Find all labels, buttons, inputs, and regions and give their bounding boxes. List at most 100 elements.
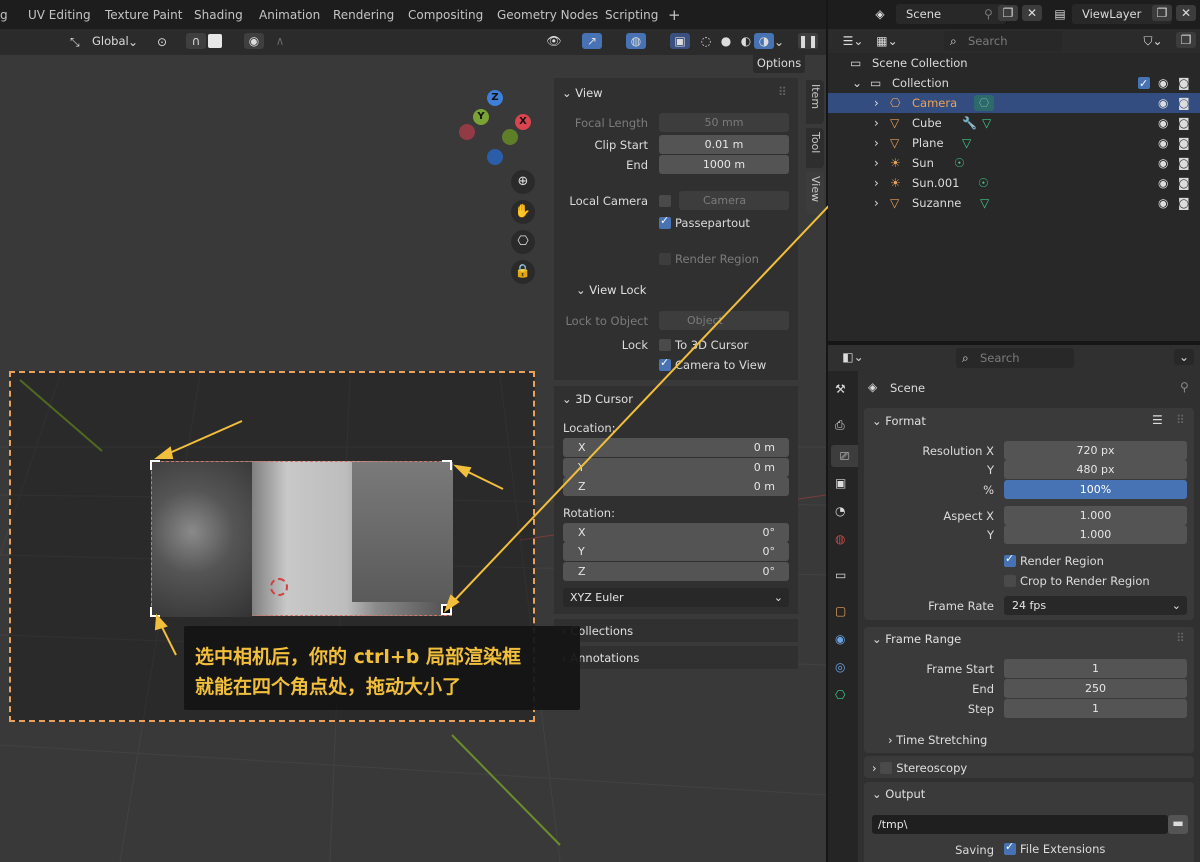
collection-tab-icon[interactable]: ▭ xyxy=(835,567,846,583)
frame-start-field[interactable]: 1 xyxy=(1004,659,1187,678)
context-scene-label: Scene xyxy=(890,381,926,395)
chevron-right-icon: › xyxy=(874,176,879,190)
mesh-data-icon: ▽ xyxy=(980,196,990,210)
collection-icon: ▭ xyxy=(850,56,862,70)
frame-range-header[interactable]: ⌄ Frame Range xyxy=(872,632,961,646)
output-path-field[interactable]: /tmp\ xyxy=(872,815,1168,834)
chevron-down-icon[interactable]: ⌄ xyxy=(1174,349,1194,365)
outliner-row-cube[interactable]: › ▽ Cube 🔧 ▽ ◉ ◙ xyxy=(828,113,1200,133)
frame-step-label: Step xyxy=(967,702,994,716)
stereoscopy-checkbox[interactable] xyxy=(880,762,893,774)
render-camera-icon[interactable]: ◙ xyxy=(1178,95,1190,111)
light-icon: ☀ xyxy=(890,156,901,170)
aspect-y-field[interactable]: 1.000 xyxy=(1004,525,1187,544)
render-region-label: Render Region xyxy=(1020,554,1104,568)
eye-icon[interactable]: ◉ xyxy=(1158,155,1168,171)
exclude-checkbox[interactable] xyxy=(1138,74,1150,94)
outliner-row-sun[interactable]: › ☀ Sun ☉ ◉ ◙ xyxy=(828,153,1200,173)
display-mode-icon[interactable]: ▦⌄ xyxy=(874,33,900,49)
render-tab-icon[interactable]: ⎙ xyxy=(835,417,845,433)
outliner-row-sun-001[interactable]: › ☀ Sun.001 ☉ ◉ ◙ xyxy=(828,173,1200,193)
chevron-right-icon: › xyxy=(874,196,879,210)
resolution-y-label: Y xyxy=(986,463,994,477)
mesh-icon: ▽ xyxy=(890,116,900,130)
pin-icon[interactable]: ⚲ xyxy=(1180,379,1189,395)
time-stretching-subpanel[interactable]: › Time Stretching xyxy=(888,733,987,747)
resolution-x-label: Resolution X xyxy=(922,444,994,458)
eye-icon[interactable]: ◉ xyxy=(1158,115,1168,131)
frame-end-field[interactable]: 250 xyxy=(1004,679,1187,698)
output-panel: ⌄ Output /tmp\ ▬ Saving File Extensions xyxy=(864,782,1194,862)
chevron-down-icon: ⌄ xyxy=(1171,599,1181,612)
eye-icon[interactable]: ◉ xyxy=(1158,175,1168,191)
render-camera-icon[interactable]: ◙ xyxy=(1178,175,1190,191)
aspect-y-label: Y xyxy=(986,528,994,542)
render-camera-icon[interactable]: ◙ xyxy=(1178,195,1190,211)
search-icon: ⌕ xyxy=(950,34,957,48)
folder-icon[interactable]: ▬ xyxy=(1168,815,1188,834)
format-panel: ⌄ Format ☰ ⠿ Resolution X 720 px Y 480 p… xyxy=(864,408,1194,620)
crop-to-render-region-checkbox[interactable] xyxy=(1004,575,1016,587)
collection-row[interactable]: ⌄ ▭ Collection ◉ ◙ xyxy=(828,73,1200,94)
scene-icon: ◈ xyxy=(868,380,878,394)
render-camera-icon[interactable]: ◙ xyxy=(1178,155,1190,171)
render-camera-icon[interactable]: ◙ xyxy=(1178,135,1190,151)
format-title: Format xyxy=(885,414,926,428)
time-stretching-label: Time Stretching xyxy=(896,733,988,747)
format-panel-header[interactable]: ⌄ Format xyxy=(872,414,926,428)
new-collection-icon[interactable]: ❐ xyxy=(1176,32,1196,48)
scene-tab-icon[interactable]: ◔ xyxy=(835,503,845,519)
light-data-icon: ☉ xyxy=(978,176,989,190)
aspect-x-label: Aspect X xyxy=(943,509,994,523)
render-region-checkbox[interactable] xyxy=(1004,552,1016,567)
file-extensions-checkbox[interactable] xyxy=(1004,840,1016,855)
constraints-tab-icon[interactable]: ◎ xyxy=(835,659,845,675)
presets-icon[interactable]: ☰ xyxy=(1152,412,1163,428)
eye-icon[interactable]: ◉ xyxy=(1158,95,1168,111)
outliner-row-camera[interactable]: › ⎔ Camera ⎔ ◉ ◙ xyxy=(828,93,1200,113)
physics-tab-icon[interactable]: ◉ xyxy=(835,631,845,647)
mesh-icon: ▽ xyxy=(890,196,900,210)
aspect-x-field[interactable]: 1.000 xyxy=(1004,506,1187,525)
resolution-y-field[interactable]: 480 px xyxy=(1004,460,1187,479)
render-camera-icon[interactable]: ◙ xyxy=(1178,115,1190,131)
drag-handle-icon[interactable]: ⠿ xyxy=(1176,412,1185,428)
resolution-percent-slider[interactable]: 100% xyxy=(1004,480,1187,499)
outliner-search-field[interactable]: ⌕ Search xyxy=(944,31,1062,51)
chevron-right-icon: › xyxy=(874,116,879,130)
eye-icon[interactable]: ◉ xyxy=(1158,135,1168,151)
resolution-x-field[interactable]: 720 px xyxy=(1004,441,1187,460)
frame-step-field[interactable]: 1 xyxy=(1004,699,1187,718)
properties-search-field[interactable]: ⌕ Search xyxy=(956,348,1074,368)
render-camera-icon[interactable]: ◙ xyxy=(1178,75,1190,91)
camera-data-tab-icon[interactable]: ⎔ xyxy=(835,687,845,703)
editor-type-icon[interactable]: ◧⌄ xyxy=(838,349,868,365)
output-panel-header[interactable]: ⌄ Output xyxy=(872,787,925,801)
world-tab-icon[interactable]: ◍ xyxy=(835,531,845,547)
object-tab-icon[interactable]: ▢ xyxy=(835,603,846,619)
editor-type-icon[interactable]: ☰⌄ xyxy=(840,33,866,49)
eye-icon[interactable]: ◉ xyxy=(1158,75,1168,91)
stereoscopy-title: Stereoscopy xyxy=(896,761,968,775)
eye-icon[interactable]: ◉ xyxy=(1158,195,1168,211)
chevron-right-icon: › xyxy=(874,96,879,110)
drag-handle-icon[interactable]: ⠿ xyxy=(1176,630,1185,646)
camera-icon: ⎔ xyxy=(890,96,901,110)
mesh-data-icon: ▽ xyxy=(982,116,992,130)
frame-start-label: Frame Start xyxy=(926,662,994,676)
properties-tab-bar: ⚒ ⎙ ⎚ ▣ ◔ ◍ ▭ ▢ ◉ ◎ ⎔ xyxy=(828,371,858,862)
scene-collection-row[interactable]: ▭ Scene Collection xyxy=(828,53,1200,73)
output-tab-icon[interactable]: ⎚ xyxy=(831,445,858,467)
chevron-right-icon: › xyxy=(874,156,879,170)
search-icon: ⌕ xyxy=(962,351,969,365)
outliner-row-plane[interactable]: › ▽ Plane ▽ ◉ ◙ xyxy=(828,133,1200,153)
frame-rate-label: Frame Rate xyxy=(928,599,994,613)
view-layer-tab-icon[interactable]: ▣ xyxy=(835,475,846,491)
tool-tab-icon[interactable]: ⚒ xyxy=(835,381,846,397)
stereoscopy-panel[interactable]: › Stereoscopy xyxy=(864,756,1194,778)
output-title: Output xyxy=(885,787,926,801)
filter-icon[interactable]: ⛉⌄ xyxy=(1138,33,1168,49)
frame-range-panel: ⌄ Frame Range ⠿ Frame Start 1 End 250 St… xyxy=(864,627,1194,753)
frame-rate-select[interactable]: 24 fps ⌄ xyxy=(1004,596,1187,615)
outliner-row-suzanne[interactable]: › ▽ Suzanne ▽ ◉ ◙ xyxy=(828,193,1200,213)
